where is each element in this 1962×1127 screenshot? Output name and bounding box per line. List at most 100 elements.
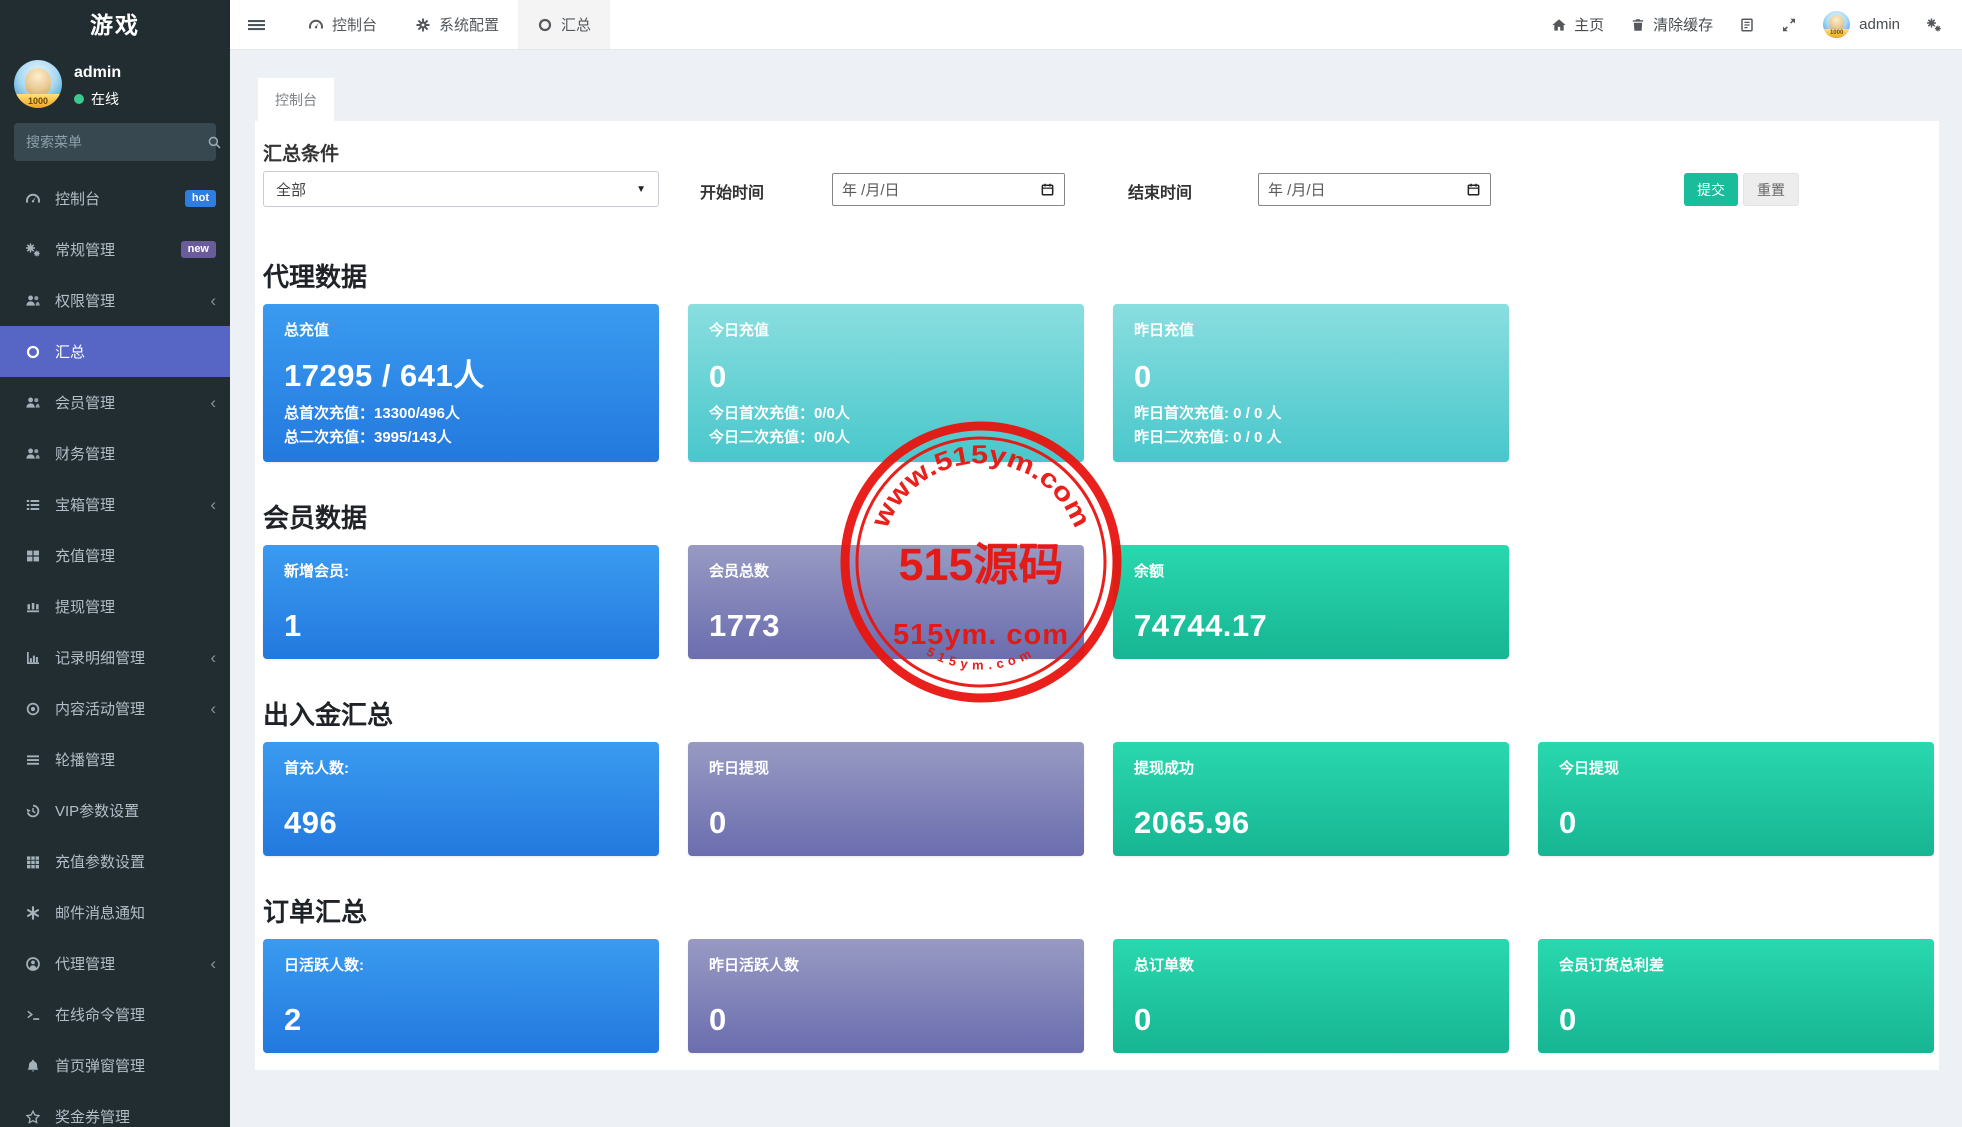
start-date-input[interactable]: 年 /月/日 — [832, 173, 1065, 206]
clear-cache-button[interactable]: 清除缓存 — [1630, 14, 1713, 35]
card-value: 496 — [284, 805, 638, 841]
sidebar-item-常规管理[interactable]: 常规管理new — [0, 224, 230, 275]
sidebar-item-权限管理[interactable]: 权限管理‹ — [0, 275, 230, 326]
sidebar-item-label: 轮播管理 — [55, 749, 115, 770]
home-label: 主页 — [1574, 14, 1604, 35]
topbar-tab-汇总[interactable]: 汇总 — [518, 0, 610, 49]
sidebar-item-内容活动管理[interactable]: 内容活动管理‹ — [0, 683, 230, 734]
topbar-tab-控制台[interactable]: 控制台 — [289, 0, 396, 49]
page-tab-console[interactable]: 控制台 — [258, 78, 334, 121]
language-button[interactable] — [1739, 17, 1755, 33]
card-value: 2065.96 — [1134, 805, 1488, 841]
stat-card: 会员订货总利差0 — [1538, 939, 1934, 1053]
sidebar-item-VIP参数设置[interactable]: VIP参数设置 — [0, 785, 230, 836]
topbar-user-menu[interactable]: 1000 admin — [1823, 11, 1900, 38]
card-value: 2 — [284, 1002, 638, 1038]
end-time-label: 结束时间 — [1128, 179, 1192, 203]
sidebar-item-控制台[interactable]: 控制台hot — [0, 173, 230, 224]
card-label: 会员总数 — [709, 560, 1063, 581]
stat-card: 总订单数0 — [1113, 939, 1509, 1053]
card-subline: 昨日二次充值: 0 / 0 人 — [1134, 426, 1488, 447]
hamburger-icon[interactable] — [230, 17, 283, 33]
topbar-tab-label: 汇总 — [561, 14, 591, 35]
card-label: 首充人数: — [284, 757, 638, 778]
settings-button[interactable] — [1926, 17, 1942, 33]
sidebar-item-财务管理[interactable]: 财务管理 — [0, 428, 230, 479]
card-label: 提现成功 — [1134, 757, 1488, 778]
sidebar-item-label: VIP参数设置 — [55, 800, 139, 821]
sidebar-item-邮件消息通知[interactable]: 邮件消息通知 — [0, 887, 230, 938]
star-icon — [22, 1109, 44, 1125]
card-label: 昨日充值 — [1134, 319, 1488, 340]
trash-icon — [1630, 17, 1646, 33]
sidebar-item-label: 充值管理 — [55, 545, 115, 566]
sidebar-item-label: 控制台 — [55, 188, 100, 209]
sidebar-item-奖金券管理[interactable]: 奖金券管理 — [0, 1091, 230, 1127]
gears-icon — [22, 242, 44, 258]
reset-button[interactable]: 重置 — [1743, 173, 1799, 206]
stat-card: 会员总数 1773 — [688, 545, 1084, 659]
calendar-icon[interactable] — [1040, 182, 1055, 197]
caret-down-icon: ▼ — [636, 184, 646, 195]
sidebar-item-轮播管理[interactable]: 轮播管理 — [0, 734, 230, 785]
card-value: 1773 — [709, 608, 1063, 644]
user-panel: 1000 admin 在线 — [0, 50, 230, 115]
sidebar-item-提现管理[interactable]: 提现管理 — [0, 581, 230, 632]
card-label: 会员订货总利差 — [1559, 954, 1913, 975]
search-input[interactable] — [26, 134, 207, 150]
sidebar-item-汇总[interactable]: 汇总 — [0, 326, 230, 377]
disc-icon — [22, 701, 44, 717]
card-subline: 今日首次充值：0/0人 — [709, 402, 1063, 423]
avatar-badge: 1000 — [14, 94, 62, 108]
user-name: admin — [74, 64, 121, 82]
bell-icon — [22, 1058, 44, 1074]
user-status-label: 在线 — [91, 89, 119, 109]
sidebar-item-label: 充值参数设置 — [55, 851, 145, 872]
fullscreen-button[interactable] — [1781, 17, 1797, 33]
gears-icon — [1926, 17, 1942, 33]
sidebar-item-宝箱管理[interactable]: 宝箱管理‹ — [0, 479, 230, 530]
card-value: 1 — [284, 608, 638, 644]
clear-cache-label: 清除缓存 — [1653, 14, 1713, 35]
search-icon[interactable] — [207, 135, 222, 150]
sidebar-item-充值管理[interactable]: 充值管理 — [0, 530, 230, 581]
calendar-icon[interactable] — [1466, 182, 1481, 197]
sidebar-item-label: 会员管理 — [55, 392, 115, 413]
card-subline: 总二次充值：3995/143人 — [284, 426, 638, 447]
user-circle-icon — [22, 956, 44, 972]
filter-block: 汇总条件 全部 ▼ 开始时间 年 /月/日 结束时间 年 /月/日 提交 重置 — [255, 121, 1939, 221]
sidebar-item-label: 权限管理 — [55, 290, 115, 311]
dashboard-sections: 代理数据总充值17295 / 641人总首次充值：13300/496人总二次充值… — [255, 257, 1939, 1073]
user-status: 在线 — [74, 89, 121, 109]
card-subline: 昨日首次充值: 0 / 0 人 — [1134, 402, 1488, 423]
section-title: 订单汇总 — [263, 892, 1939, 929]
chevron-left-icon: ‹ — [210, 394, 216, 411]
card-label: 日活跃人数: — [284, 954, 638, 975]
summary-type-select[interactable]: 全部 ▼ — [263, 171, 659, 207]
card-row: 首充人数:496昨日提现0提现成功2065.96今日提现0 — [263, 742, 1939, 856]
topbar-tab-系统配置[interactable]: 系统配置 — [396, 0, 518, 49]
card-value: 0 — [1559, 805, 1913, 841]
sidebar-item-记录明细管理[interactable]: 记录明细管理‹ — [0, 632, 230, 683]
sidebar-item-会员管理[interactable]: 会员管理 ‹ — [0, 377, 230, 428]
card-subline: 总首次充值：13300/496人 — [284, 402, 638, 423]
section-title: 会员数据 — [263, 498, 1939, 535]
home-link[interactable]: 主页 — [1551, 14, 1604, 35]
home-icon — [1551, 17, 1567, 33]
card-row: 总充值17295 / 641人总首次充值：13300/496人总二次充值：399… — [263, 304, 1939, 462]
sidebar-item-label: 常规管理 — [55, 239, 115, 260]
sidebar-item-代理管理[interactable]: 代理管理‹ — [0, 938, 230, 989]
card-label: 总订单数 — [1134, 954, 1488, 975]
user-avatar: 1000 — [14, 60, 62, 108]
expand-icon — [1781, 17, 1797, 33]
end-date-input[interactable]: 年 /月/日 — [1258, 173, 1491, 206]
submit-button[interactable]: 提交 — [1684, 173, 1738, 206]
section-title: 出入金汇总 — [263, 695, 1939, 732]
language-icon — [1739, 17, 1755, 33]
card-value: 74744.17 — [1134, 608, 1488, 644]
sidebar-item-label: 汇总 — [55, 341, 85, 362]
sidebar-item-在线命令管理[interactable]: 在线命令管理 — [0, 989, 230, 1040]
sidebar-item-首页弹窗管理[interactable]: 首页弹窗管理 — [0, 1040, 230, 1091]
card-value: 17295 / 641人 — [284, 350, 638, 395]
sidebar-item-充值参数设置[interactable]: 充值参数设置 — [0, 836, 230, 887]
